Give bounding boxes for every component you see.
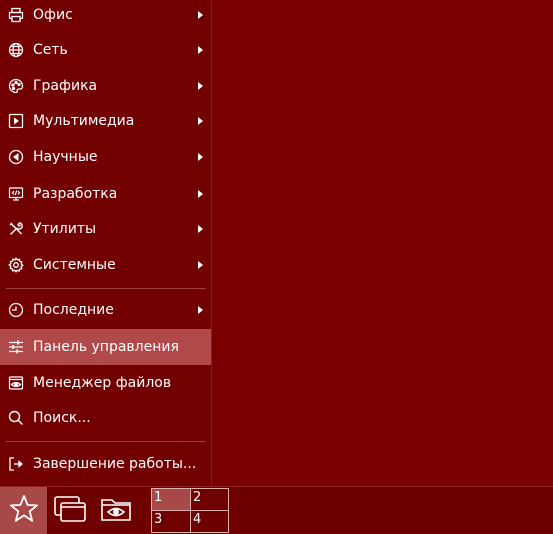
menu-item-label: Графика	[33, 78, 98, 94]
submenu-arrow-icon	[198, 225, 203, 233]
menu-item-label: Разработка	[33, 186, 118, 202]
menu-item-science[interactable]: Научные	[0, 139, 211, 175]
file-manager-icon	[7, 374, 25, 392]
menu-item-label: Поиск...	[33, 410, 91, 426]
sliders-icon	[7, 338, 25, 356]
menu-item-label: Системные	[33, 257, 116, 273]
menu-item-recent[interactable]: Последние	[0, 292, 211, 328]
folder-eye-icon	[98, 493, 134, 529]
menu-item-system[interactable]: Системные	[0, 247, 211, 283]
menu-item-graphics[interactable]: Графика	[0, 68, 211, 104]
palette-icon	[7, 77, 25, 95]
submenu-arrow-icon	[198, 117, 203, 125]
submenu-arrow-icon	[198, 306, 203, 314]
workspace-2[interactable]: 2	[191, 489, 229, 510]
menu-item-office[interactable]: Офис	[0, 0, 211, 33]
menu-item-utilities[interactable]: Утилиты	[0, 211, 211, 247]
menu-item-label: Менеджер файлов	[33, 375, 172, 391]
submenu-arrow-icon	[198, 153, 203, 161]
submenu-arrow-icon	[198, 82, 203, 90]
windows-icon	[52, 493, 88, 529]
star-icon	[8, 493, 40, 529]
menu-item-shutdown[interactable]: Завершение работы...	[0, 446, 211, 482]
menu-item-development[interactable]: Разработка	[0, 176, 211, 212]
printer-icon	[7, 6, 25, 24]
submenu-arrow-icon	[198, 190, 203, 198]
globe-icon	[7, 41, 25, 59]
menu-item-network[interactable]: Сеть	[0, 32, 211, 68]
clock-icon	[7, 301, 25, 319]
menu-item-label: Офис	[33, 7, 73, 23]
workspace-4[interactable]: 4	[191, 511, 229, 532]
menu-separator	[6, 288, 206, 289]
menu-item-label: Научные	[33, 149, 98, 165]
start-menu-button[interactable]	[0, 487, 47, 534]
menu-item-label: Последние	[33, 302, 114, 318]
workspace-pager: 1 2 3 4	[151, 488, 229, 533]
search-icon	[7, 409, 25, 427]
taskbar: 1 2 3 4	[0, 486, 553, 534]
menu-item-control-panel[interactable]: Панель управления	[0, 329, 211, 365]
menu-item-search[interactable]: Поиск...	[0, 400, 211, 436]
science-icon	[7, 148, 25, 166]
logout-icon	[7, 455, 25, 473]
submenu-arrow-icon	[198, 11, 203, 19]
menu-item-label: Сеть	[33, 42, 68, 58]
menu-separator	[6, 441, 206, 442]
menu-item-label: Мультимедиа	[33, 113, 135, 129]
menu-item-label: Панель управления	[33, 339, 179, 355]
file-manager-taskbar-button[interactable]	[96, 491, 136, 531]
workspace-1[interactable]: 1	[152, 489, 190, 510]
application-menu: Офис Сеть Графика Мультимедиа Научные Ра…	[0, 0, 212, 486]
menu-item-label: Завершение работы...	[33, 456, 197, 472]
tools-icon	[7, 220, 25, 238]
gear-icon	[7, 256, 25, 274]
menu-item-file-manager[interactable]: Менеджер файлов	[0, 365, 211, 401]
workspace-3[interactable]: 3	[152, 511, 190, 532]
submenu-arrow-icon	[198, 46, 203, 54]
play-icon	[7, 112, 25, 130]
pager-divider	[152, 510, 228, 511]
show-windows-button[interactable]	[50, 491, 90, 531]
submenu-arrow-icon	[198, 261, 203, 269]
menu-item-multimedia[interactable]: Мультимедиа	[0, 103, 211, 139]
code-monitor-icon	[7, 185, 25, 203]
menu-item-label: Утилиты	[33, 221, 97, 237]
